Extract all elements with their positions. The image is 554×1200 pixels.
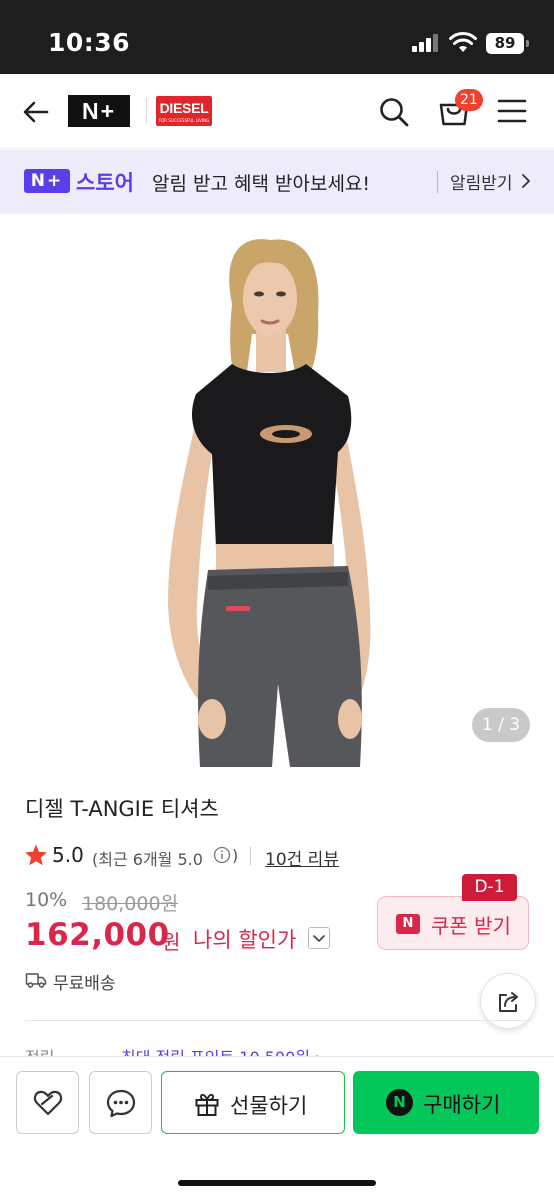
store-label: 스토어 (76, 171, 134, 195)
get-coupon-button[interactable]: N 쿠폰 받기 (377, 896, 529, 950)
gift-label: 선물하기 (230, 1094, 308, 1118)
cellular-signal-icon (412, 34, 440, 52)
rating-period-note: (최근 6개월 5.0 (92, 846, 203, 870)
chevron-down-icon (313, 935, 325, 942)
rating-divider (250, 847, 251, 865)
info-icon[interactable] (213, 846, 231, 864)
buy-label: 구매하기 (423, 1093, 501, 1117)
share-icon (499, 992, 518, 1012)
notify-divider (437, 171, 438, 193)
brand-logo-tagline: FOR SUCCESSFUL LIVING (158, 118, 210, 123)
rating-period-text: (최근 6개월 5.0 (92, 850, 203, 869)
product-image[interactable] (0, 214, 554, 767)
hamburger-menu-icon[interactable] (497, 98, 527, 124)
wifi-icon (449, 31, 477, 52)
status-time: 10:36 (48, 28, 131, 57)
home-indicator[interactable] (178, 1180, 376, 1186)
model-photo (168, 239, 371, 767)
wishlist-button[interactable] (16, 1071, 79, 1134)
cart-count-badge: 21 (455, 89, 483, 111)
price-detail-toggle[interactable] (308, 927, 330, 949)
nplus-store-logo[interactable]: N+ (68, 95, 130, 127)
coupon-n-icon: N (396, 914, 420, 934)
section-divider (25, 1020, 530, 1021)
my-discount-price-label[interactable]: 나의 할인가 (193, 924, 296, 954)
delivery-truck-icon (25, 973, 47, 988)
talk-talk-button[interactable] (89, 1071, 152, 1134)
bottom-action-bar: 선물하기 N 구매하기 (0, 1056, 554, 1200)
discount-rate: 10% (25, 889, 68, 911)
review-count-link[interactable]: 10건 리뷰 (265, 845, 339, 870)
rating-value: 5.0 (52, 843, 84, 867)
coupon-label: 쿠폰 받기 (431, 914, 511, 938)
buy-now-button[interactable]: N 구매하기 (353, 1071, 539, 1134)
logo-divider (146, 98, 147, 124)
star-icon (25, 844, 47, 866)
chat-bubble-icon (106, 1089, 136, 1118)
dday-badge: D-1 (462, 874, 517, 901)
subscribe-alert-button[interactable]: 알림받기 (450, 169, 513, 194)
original-price: 180,000원 (82, 893, 179, 915)
battery-tip (526, 40, 529, 47)
notification-banner[interactable]: N+ 스토어 알림 받고 혜택 받아보세요! 알림받기 (0, 150, 554, 214)
shipping-info: 무료배송 (53, 974, 116, 994)
search-icon[interactable] (378, 96, 410, 128)
back-arrow-icon[interactable] (20, 96, 52, 128)
image-counter: 1 / 3 (472, 708, 530, 742)
product-title: 디젤 T-ANGIE 티셔츠 (25, 797, 219, 821)
npay-icon: N (386, 1089, 413, 1116)
brand-logo[interactable]: DIESEL FOR SUCCESSFUL LIVING (156, 96, 212, 126)
currency-unit: 원 (162, 930, 181, 954)
heart-icon (33, 1090, 63, 1116)
brand-logo-text: DIESEL (159, 100, 209, 116)
gift-icon (195, 1093, 219, 1116)
sale-price: 162,000 (25, 917, 170, 953)
status-bar: 10:36 89 (0, 0, 554, 74)
battery-indicator: 89 (486, 33, 524, 54)
nplus-badge-icon: N+ (24, 169, 70, 193)
notify-message: 알림 받고 혜택 받아보세요! (152, 173, 371, 195)
gift-button[interactable]: 선물하기 (161, 1071, 345, 1134)
rating-row: 5.0 (최근 6개월 5.0 ) 10건 리뷰 (24, 843, 524, 870)
top-navigation: N+ DIESEL FOR SUCCESSFUL LIVING 21 (0, 74, 554, 149)
chevron-right-icon (522, 174, 530, 188)
rating-note-close: ) (232, 846, 239, 865)
